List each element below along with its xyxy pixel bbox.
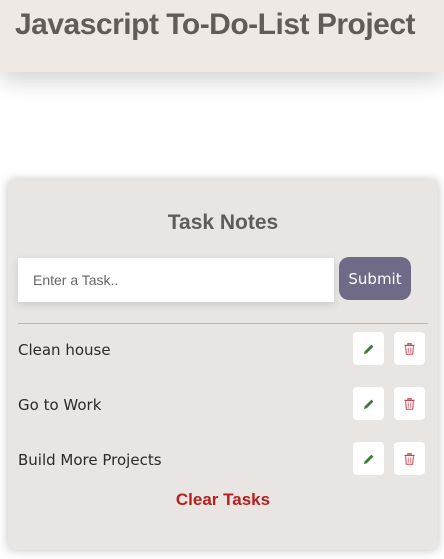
task-input[interactable] <box>18 258 334 302</box>
edit-button[interactable] <box>353 332 384 365</box>
pencil-icon <box>363 398 375 410</box>
delete-button[interactable] <box>394 442 425 475</box>
delete-button[interactable] <box>394 387 425 420</box>
trash-icon <box>404 342 415 355</box>
trash-icon <box>404 397 415 410</box>
task-item: Build More Projects <box>8 440 438 495</box>
trash-icon <box>404 452 415 465</box>
page-title: Javascript To-Do-List Project <box>15 8 416 41</box>
edit-button[interactable] <box>353 442 384 475</box>
task-list: Clean house Go to Work Build More Projec… <box>8 330 438 495</box>
task-label: Clean house <box>18 341 111 359</box>
task-label: Go to Work <box>18 396 102 414</box>
pencil-icon <box>363 343 375 355</box>
card-title: Task Notes <box>167 211 279 234</box>
task-item: Go to Work <box>8 385 438 440</box>
submit-button[interactable]: Submit <box>339 257 411 300</box>
divider <box>18 323 428 324</box>
clear-tasks-button[interactable]: Clear Tasks <box>8 490 438 510</box>
task-card: Task Notes Submit Clean house <box>8 180 438 550</box>
page-header: Javascript To-Do-List Project <box>0 0 444 72</box>
delete-button[interactable] <box>394 332 425 365</box>
task-item: Clean house <box>8 330 438 385</box>
edit-button[interactable] <box>353 387 384 420</box>
task-label: Build More Projects <box>18 451 162 469</box>
pencil-icon <box>363 453 375 465</box>
